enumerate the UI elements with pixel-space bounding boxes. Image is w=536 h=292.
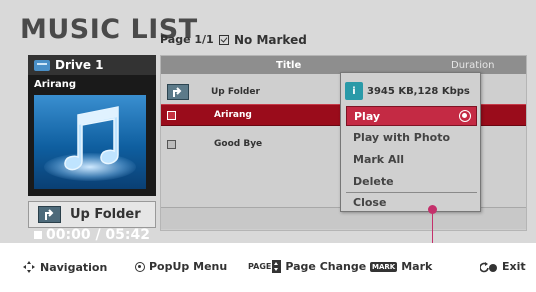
now-playing-panel: Drive 1 Arirang 00:00 / 05:42 <box>28 55 156 243</box>
page-key-icon: PAGE <box>248 260 282 273</box>
menu-item-label: Close <box>353 196 387 209</box>
mark-label: Mark <box>401 260 433 273</box>
menu-item-delete[interactable]: Delete <box>346 171 477 191</box>
radio-selected-icon <box>459 110 471 122</box>
marked-status: No Marked <box>219 33 307 47</box>
key-guide-navigation: Navigation <box>22 260 107 274</box>
navigation-arrows-icon <box>23 261 35 273</box>
page-key-label: PAGE <box>248 262 272 271</box>
marked-status-label: No Marked <box>234 33 307 47</box>
usb-drive-icon <box>34 59 50 71</box>
current-song-title: Arirang <box>34 79 77 90</box>
up-folder-icon <box>167 84 189 100</box>
mark-key-icon: MARK <box>370 261 398 272</box>
up-folder-button[interactable]: Up Folder <box>28 201 156 228</box>
key-guide-mark: MARK Mark <box>370 260 432 273</box>
playback-time: 00:00 / 05:42 <box>34 227 150 243</box>
menu-item-close[interactable]: Close <box>346 192 477 212</box>
menu-item-label: Play with Photo <box>353 130 451 144</box>
column-header-title: Title <box>276 60 302 71</box>
menu-item-play-with-photo[interactable]: Play with Photo <box>346 127 477 147</box>
info-icon: i <box>345 82 363 100</box>
popup-menu: i 3945 KB,128 Kbps Play Play with Photo … <box>340 72 481 212</box>
exit-icon <box>480 261 497 272</box>
popup-menu-label: PopUp Menu <box>149 260 228 273</box>
playback-time-label: 00:00 / 05:42 <box>46 227 150 243</box>
music-list-screen: MUSIC LIST Page 1/1 No Marked Drive 1 Ar… <box>0 0 536 243</box>
page-change-label: Page Change <box>285 260 367 273</box>
up-folder-icon <box>38 206 61 223</box>
key-guide-popup-menu: PopUp Menu <box>135 260 227 273</box>
album-art <box>34 95 146 189</box>
exit-label: Exit <box>502 260 526 273</box>
checkbox-icon[interactable] <box>167 110 176 120</box>
drive-label: Drive 1 <box>55 58 104 72</box>
menu-item-play[interactable]: Play <box>346 106 477 126</box>
music-note-icon <box>64 106 119 171</box>
drive-header: Drive 1 <box>28 55 156 75</box>
column-header-duration: Duration <box>451 60 495 71</box>
menu-item-label: Delete <box>353 174 394 188</box>
list-item-label: Good Bye <box>214 139 263 149</box>
navigation-label: Navigation <box>40 260 108 274</box>
up-folder-button-label: Up Folder <box>70 207 141 222</box>
key-guide-page-change: PAGE Page Change <box>248 260 366 273</box>
menu-item-mark-all[interactable]: Mark All <box>346 149 477 169</box>
list-item-label: Arirang <box>214 110 252 120</box>
check-icon <box>219 35 229 45</box>
key-guide-exit: Exit <box>480 260 526 273</box>
file-info-label: 3945 KB,128 Kbps <box>367 85 470 97</box>
file-info: i 3945 KB,128 Kbps <box>345 82 470 100</box>
page-indicator: Page 1/1 <box>160 33 214 46</box>
checkbox-icon[interactable] <box>167 139 176 149</box>
menu-item-label: Mark All <box>353 152 404 166</box>
stop-icon <box>34 231 42 239</box>
page-updown-icon <box>272 260 282 273</box>
list-item-label: Up Folder <box>211 87 260 97</box>
ok-button-icon <box>135 261 145 272</box>
key-guide-bar: Navigation PopUp Menu PAGE Page Change M… <box>0 243 536 292</box>
menu-item-play-label: Play <box>354 109 381 123</box>
